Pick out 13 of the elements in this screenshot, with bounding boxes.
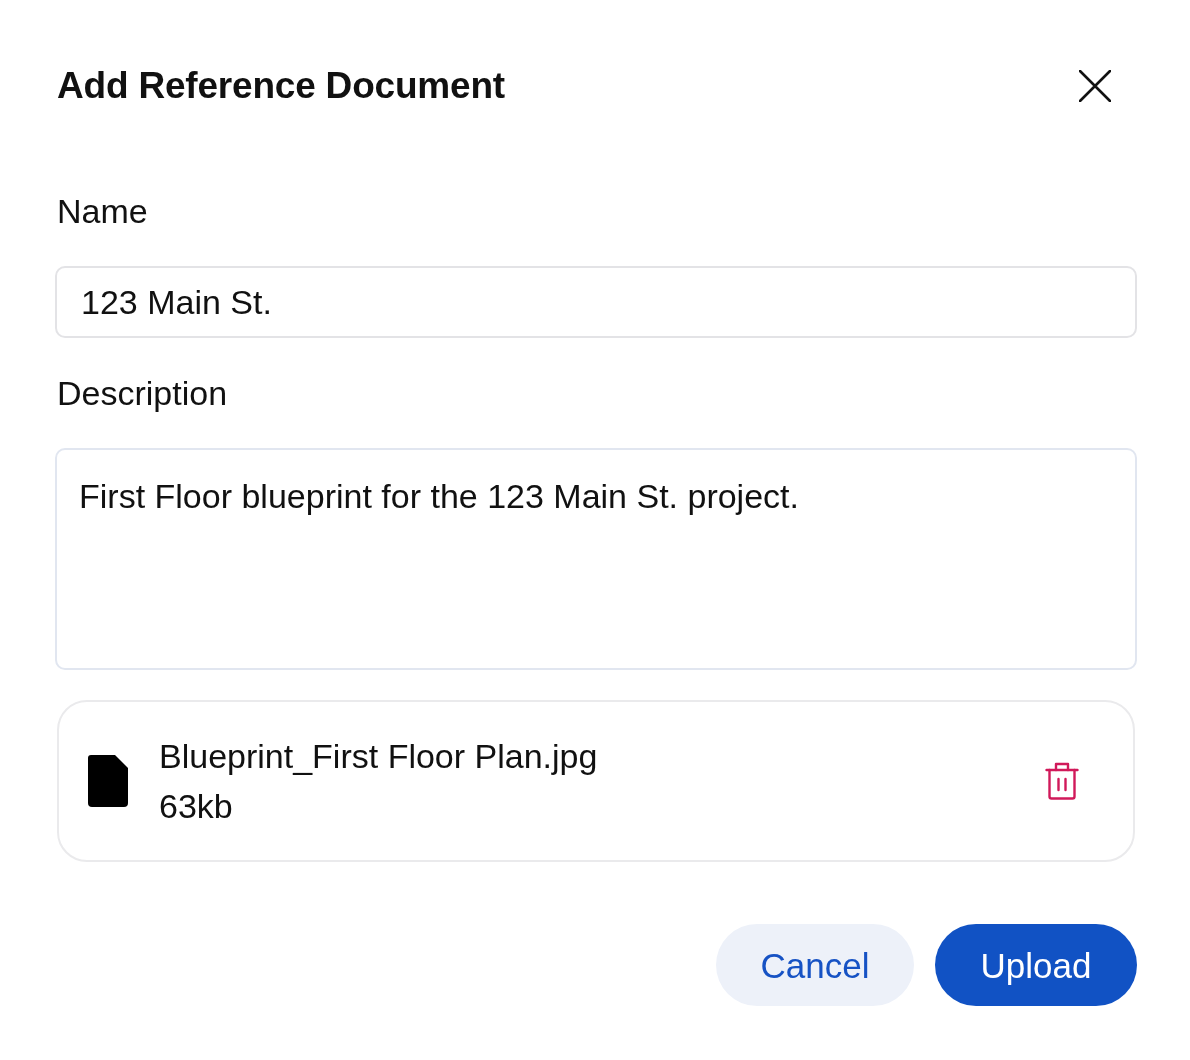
file-size: 63kb bbox=[159, 786, 234, 826]
cancel-button[interactable]: Cancel bbox=[716, 924, 914, 1006]
field-label: Description bbox=[57, 373, 228, 413]
document-icon bbox=[88, 755, 128, 807]
close-button[interactable] bbox=[1079, 70, 1111, 102]
description-textarea[interactable]: First Floor blueprint for the 123 Main St. project. bbox=[55, 448, 1137, 670]
delete-button[interactable] bbox=[1045, 762, 1079, 800]
file-name: Blueprint_First Floor Plan.jpg bbox=[159, 736, 599, 776]
field-label: Name bbox=[57, 191, 148, 231]
name-input[interactable]: 123 Main St. bbox=[55, 266, 1137, 338]
dialog-title: Add Reference Document bbox=[57, 64, 505, 108]
trash-icon bbox=[1045, 762, 1079, 800]
upload-button[interactable]: Upload bbox=[935, 924, 1137, 1006]
